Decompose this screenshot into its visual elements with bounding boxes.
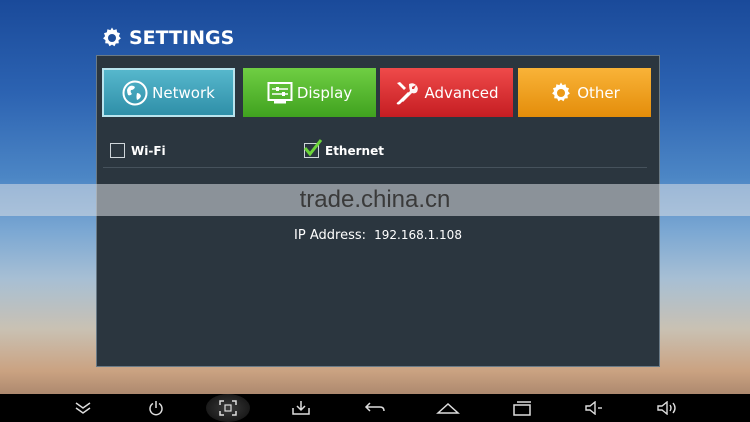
gear-icon [552, 82, 571, 101]
tab-display-label: Display [296, 83, 353, 102]
wifi-checkbox[interactable] [110, 143, 125, 158]
tab-other[interactable]: Other [518, 68, 651, 117]
ip-address-value: 192.168.1.108 [374, 228, 462, 242]
wifi-label: Wi-Fi [131, 143, 166, 158]
ip-address-label: IP Address: [294, 228, 367, 243]
collapse-chevron-icon [75, 402, 91, 414]
display-icon [267, 81, 293, 103]
back-button[interactable] [359, 394, 391, 422]
tab-other-label: Other [577, 83, 620, 102]
collapse-button[interactable] [67, 394, 99, 422]
checkmark-icon [303, 139, 323, 157]
system-navbar [0, 394, 750, 422]
tab-display[interactable]: Display [243, 68, 376, 117]
tools-icon [397, 81, 419, 104]
screenshot-button[interactable] [206, 394, 250, 422]
back-icon [364, 402, 385, 412]
power-icon [149, 401, 163, 416]
download-button[interactable] [285, 394, 317, 422]
volume-up-button[interactable] [651, 394, 683, 422]
page-title: SETTINGS [100, 24, 234, 52]
wifi-option[interactable]: Wi-Fi [110, 143, 166, 158]
watermark-text: trade.china.cn [299, 186, 451, 213]
home-icon [436, 402, 460, 414]
volume-up-icon [657, 401, 676, 415]
recent-apps-icon [513, 401, 531, 416]
tab-network[interactable]: Network [102, 68, 235, 117]
ip-address-row: IP Address: 192.168.1.108 [97, 228, 659, 243]
gear-icon [103, 27, 121, 47]
volume-down-button[interactable] [578, 394, 610, 422]
screenshot-icon [219, 400, 237, 416]
download-icon [292, 401, 310, 415]
tab-advanced-label: Advanced [424, 83, 499, 102]
ethernet-label: Ethernet [325, 143, 384, 158]
settings-title: SETTINGS [129, 27, 235, 49]
globe-icon [122, 80, 148, 105]
home-button[interactable] [432, 394, 464, 422]
tab-advanced[interactable]: Advanced [380, 68, 513, 117]
recent-apps-button[interactable] [506, 394, 538, 422]
divider [103, 167, 647, 168]
ethernet-option[interactable]: Ethernet [303, 139, 384, 158]
watermark-banner: trade.china.cn [0, 184, 750, 216]
ethernet-checkbox[interactable] [303, 139, 323, 158]
tab-network-label: Network [152, 83, 215, 102]
power-button[interactable] [140, 394, 172, 422]
volume-down-icon [585, 401, 602, 415]
